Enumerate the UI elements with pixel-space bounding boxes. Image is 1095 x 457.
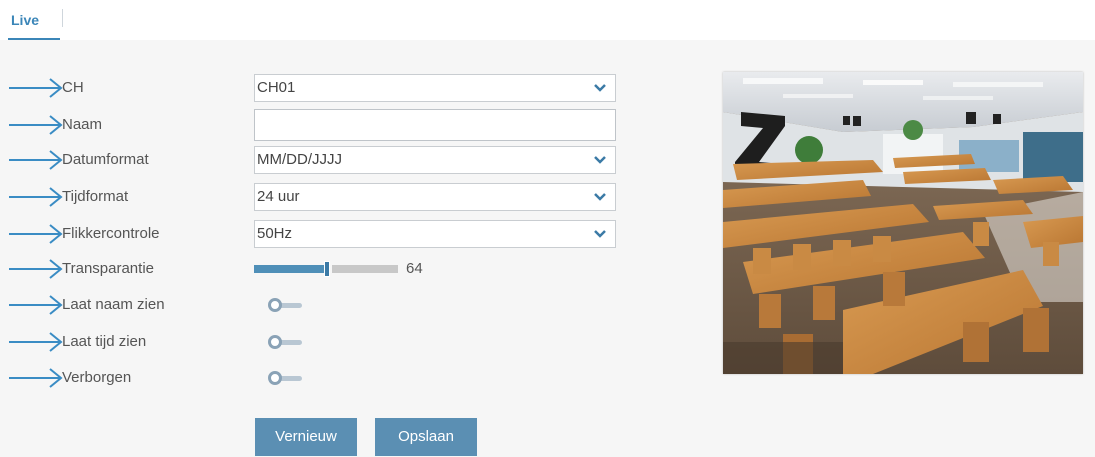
restaurant-scene-image: [723, 72, 1083, 374]
flicker-select[interactable]: 50Hz: [254, 220, 616, 248]
tab-live-label: Live: [11, 12, 40, 28]
time-format-label: Tijdformat: [62, 188, 129, 205]
name-input[interactable]: [254, 109, 616, 141]
show-name-toggle[interactable]: [268, 298, 302, 312]
chevron-down-icon: [594, 193, 606, 201]
row-name: Naam: [0, 109, 640, 141]
flicker-label: Flikkercontrole: [62, 225, 160, 242]
toggle-knob: [268, 335, 282, 349]
chevron-down-icon: [594, 84, 606, 92]
arrow-right-icon: [9, 150, 63, 170]
row-show-name: Laat naam zien: [0, 289, 640, 321]
tab-bar: Live: [0, 0, 1095, 40]
hidden-toggle[interactable]: [268, 371, 302, 385]
channel-select[interactable]: CH01: [254, 74, 616, 102]
slider-fill: [254, 265, 324, 273]
row-hidden: Verborgen: [0, 362, 640, 394]
arrow-right-icon: [9, 295, 63, 315]
hidden-label: Verborgen: [62, 369, 132, 386]
show-time-label: Laat tijd zien: [62, 333, 147, 350]
flicker-select-value: 50Hz: [257, 225, 293, 242]
channel-select-value: CH01: [257, 79, 296, 96]
tab-separator: [62, 9, 63, 27]
refresh-button[interactable]: Vernieuw: [255, 418, 357, 456]
chevron-down-icon: [594, 156, 606, 164]
time-format-select[interactable]: 24 uur: [254, 183, 616, 211]
toggle-knob: [268, 298, 282, 312]
row-flicker: Flikkercontrole 50Hz: [0, 218, 640, 250]
slider-handle[interactable]: [324, 261, 330, 277]
row-time-format: Tijdformat 24 uur: [0, 181, 640, 213]
row-show-time: Laat tijd zien: [0, 326, 640, 358]
arrow-right-icon: [9, 78, 63, 98]
row-channel: CH CH01: [0, 72, 640, 104]
save-button[interactable]: Opslaan: [375, 418, 477, 456]
arrow-right-icon: [9, 187, 63, 207]
camera-preview-image: [723, 72, 1083, 374]
slider-track: [332, 265, 398, 273]
arrow-right-icon: [9, 259, 63, 279]
date-format-label: Datumformat: [62, 151, 149, 168]
arrow-right-icon: [9, 224, 63, 244]
chevron-down-icon: [594, 230, 606, 238]
date-format-select-value: MM/DD/JJJJ: [257, 151, 342, 168]
show-time-toggle[interactable]: [268, 335, 302, 349]
tab-live[interactable]: Live: [8, 6, 60, 40]
transparency-value: 64: [406, 260, 423, 277]
transparency-label: Transparantie: [62, 260, 154, 277]
toggle-knob: [268, 371, 282, 385]
arrow-right-icon: [9, 368, 63, 388]
show-name-label: Laat naam zien: [62, 296, 165, 313]
arrow-right-icon: [9, 115, 63, 135]
channel-label: CH: [62, 79, 84, 96]
row-transparency: Transparantie 64: [0, 253, 640, 285]
row-date-format: Datumformat MM/DD/JJJJ: [0, 144, 640, 176]
date-format-select[interactable]: MM/DD/JJJJ: [254, 146, 616, 174]
name-label: Naam: [62, 116, 103, 133]
time-format-select-value: 24 uur: [257, 188, 300, 205]
arrow-right-icon: [9, 332, 63, 352]
